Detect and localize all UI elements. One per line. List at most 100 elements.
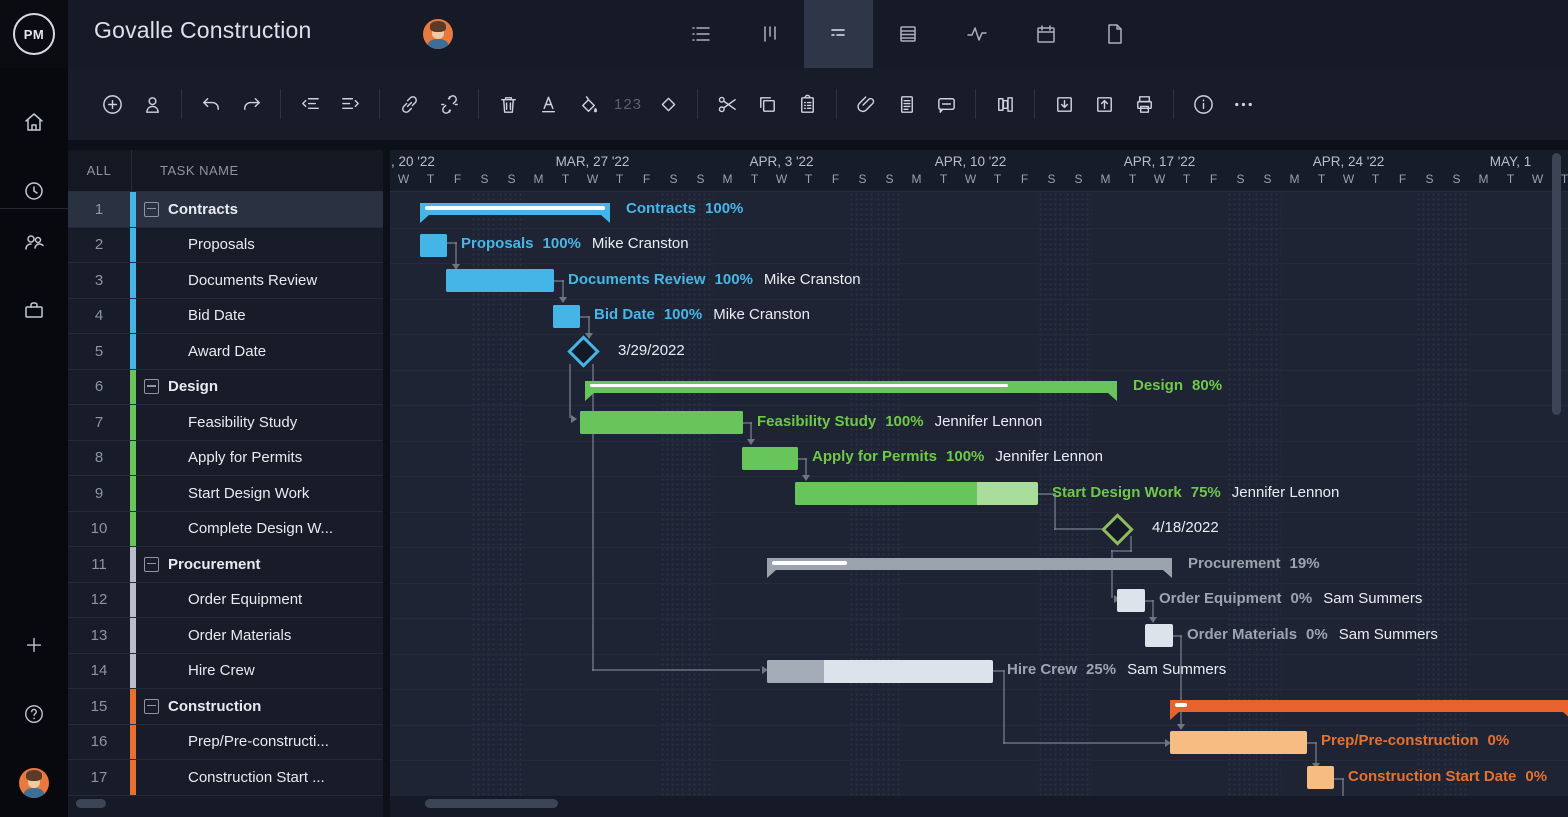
task-name[interactable]: Award Date — [188, 334, 266, 369]
collapse-group-icon[interactable] — [144, 557, 159, 572]
task-name[interactable]: Procurement — [144, 547, 261, 582]
milestone-diamond[interactable] — [1101, 513, 1134, 546]
table-row[interactable]: 12Order Equipment — [68, 583, 383, 619]
fill-color-button[interactable] — [568, 84, 608, 124]
task-bar[interactable] — [1307, 766, 1334, 789]
summary-bar[interactable] — [1170, 700, 1568, 712]
task-bar[interactable] — [767, 660, 993, 683]
table-row[interactable]: 11Procurement — [68, 547, 383, 583]
collapse-group-icon[interactable] — [144, 202, 159, 217]
table-row[interactable]: 17Construction Start ... — [68, 760, 383, 796]
tab-activity-view[interactable] — [942, 0, 1011, 68]
task-name[interactable]: Apply for Permits — [188, 441, 302, 476]
cut-button[interactable] — [707, 84, 747, 124]
notes-button[interactable] — [886, 84, 926, 124]
task-name[interactable]: Construction Start ... — [188, 760, 325, 795]
column-header-task-name[interactable]: TASK NAME — [160, 150, 239, 192]
table-row[interactable]: 7Feasibility Study — [68, 405, 383, 441]
task-name[interactable]: Prep/Pre-constructi... — [188, 725, 329, 760]
tab-gantt-view[interactable] — [804, 0, 873, 68]
column-header-all[interactable]: ALL — [68, 150, 130, 192]
task-name[interactable]: Start Design Work — [188, 476, 309, 511]
sidebar-item-help[interactable] — [0, 688, 68, 740]
unlink-tasks-button[interactable] — [429, 84, 469, 124]
milestone-button[interactable] — [648, 84, 688, 124]
export-button[interactable] — [1084, 84, 1124, 124]
task-bar[interactable] — [1170, 731, 1307, 754]
tab-list-view[interactable] — [666, 0, 735, 68]
table-row[interactable]: 16Prep/Pre-constructi... — [68, 725, 383, 761]
redo-button[interactable] — [231, 84, 271, 124]
task-name[interactable]: Order Equipment — [188, 583, 302, 618]
numbers-button[interactable]: 123 — [608, 84, 648, 124]
table-row[interactable]: 13Order Materials — [68, 618, 383, 654]
text-color-button[interactable] — [528, 84, 568, 124]
print-button[interactable] — [1124, 84, 1164, 124]
table-row[interactable]: 10Complete Design W... — [68, 512, 383, 548]
sidebar-item-home[interactable] — [0, 96, 68, 148]
sidebar-item-team[interactable] — [0, 216, 68, 268]
table-row[interactable]: 15Construction — [68, 689, 383, 725]
collapse-group-icon[interactable] — [144, 379, 159, 394]
sidebar-item-plus[interactable] — [0, 619, 68, 671]
info-button[interactable] — [1183, 84, 1223, 124]
table-row[interactable]: 4Bid Date — [68, 299, 383, 335]
table-row[interactable]: 14Hire Crew — [68, 654, 383, 690]
table-row[interactable]: 1Contracts — [68, 192, 383, 228]
task-name[interactable]: Complete Design W... — [188, 512, 333, 547]
task-name[interactable]: Proposals — [188, 228, 255, 263]
task-bar[interactable] — [1145, 624, 1173, 647]
sidebar-item-portfolio[interactable] — [0, 284, 68, 336]
assign-person-button[interactable] — [132, 84, 172, 124]
add-task-button[interactable] — [92, 84, 132, 124]
columns-button[interactable] — [985, 84, 1025, 124]
task-name[interactable]: Construction — [144, 689, 261, 724]
task-bar[interactable] — [795, 482, 1038, 505]
task-bar[interactable] — [742, 447, 798, 470]
summary-bar[interactable] — [420, 203, 610, 215]
paste-button[interactable] — [787, 84, 827, 124]
comment-button[interactable] — [926, 84, 966, 124]
milestone-diamond[interactable] — [567, 335, 600, 368]
tab-sheet-view[interactable] — [873, 0, 942, 68]
gantt-horizontal-scrollbar[interactable] — [425, 799, 558, 808]
task-name[interactable]: Documents Review — [188, 263, 317, 298]
indent-button[interactable] — [330, 84, 370, 124]
vertical-scrollbar[interactable] — [1552, 153, 1561, 415]
tab-board-view[interactable] — [735, 0, 804, 68]
task-name[interactable]: Contracts — [144, 192, 238, 227]
import-button[interactable] — [1044, 84, 1084, 124]
table-row[interactable]: 2Proposals — [68, 228, 383, 264]
task-bar[interactable] — [1117, 589, 1145, 612]
tab-calendar-view[interactable] — [1011, 0, 1080, 68]
task-name[interactable]: Hire Crew — [188, 654, 255, 689]
task-name[interactable]: Bid Date — [188, 299, 246, 334]
table-row[interactable]: 6Design — [68, 370, 383, 406]
undo-button[interactable] — [191, 84, 231, 124]
task-name[interactable]: Design — [144, 370, 218, 405]
delete-button[interactable] — [488, 84, 528, 124]
tab-document-view[interactable] — [1080, 0, 1149, 68]
outdent-button[interactable] — [290, 84, 330, 124]
summary-bar[interactable] — [585, 381, 1117, 393]
attach-file-button[interactable] — [846, 84, 886, 124]
task-bar[interactable] — [553, 305, 580, 328]
user-avatar[interactable] — [19, 768, 49, 798]
more-button[interactable] — [1223, 84, 1263, 124]
pm-logo[interactable]: PM — [13, 13, 55, 55]
collapse-group-icon[interactable] — [144, 699, 159, 714]
task-name[interactable]: Feasibility Study — [188, 405, 297, 440]
project-owner-avatar[interactable] — [423, 19, 453, 49]
table-horizontal-scrollbar[interactable] — [76, 799, 106, 808]
pm-logo-block[interactable]: PM — [0, 0, 68, 68]
task-bar[interactable] — [420, 234, 447, 257]
task-name[interactable]: Order Materials — [188, 618, 291, 653]
table-row[interactable]: 3Documents Review — [68, 263, 383, 299]
sidebar-item-clock[interactable] — [0, 165, 68, 217]
link-tasks-button[interactable] — [389, 84, 429, 124]
summary-bar[interactable] — [767, 558, 1172, 570]
table-row[interactable]: 8Apply for Permits — [68, 441, 383, 477]
copy-button[interactable] — [747, 84, 787, 124]
table-row[interactable]: 9Start Design Work — [68, 476, 383, 512]
task-bar[interactable] — [580, 411, 743, 434]
